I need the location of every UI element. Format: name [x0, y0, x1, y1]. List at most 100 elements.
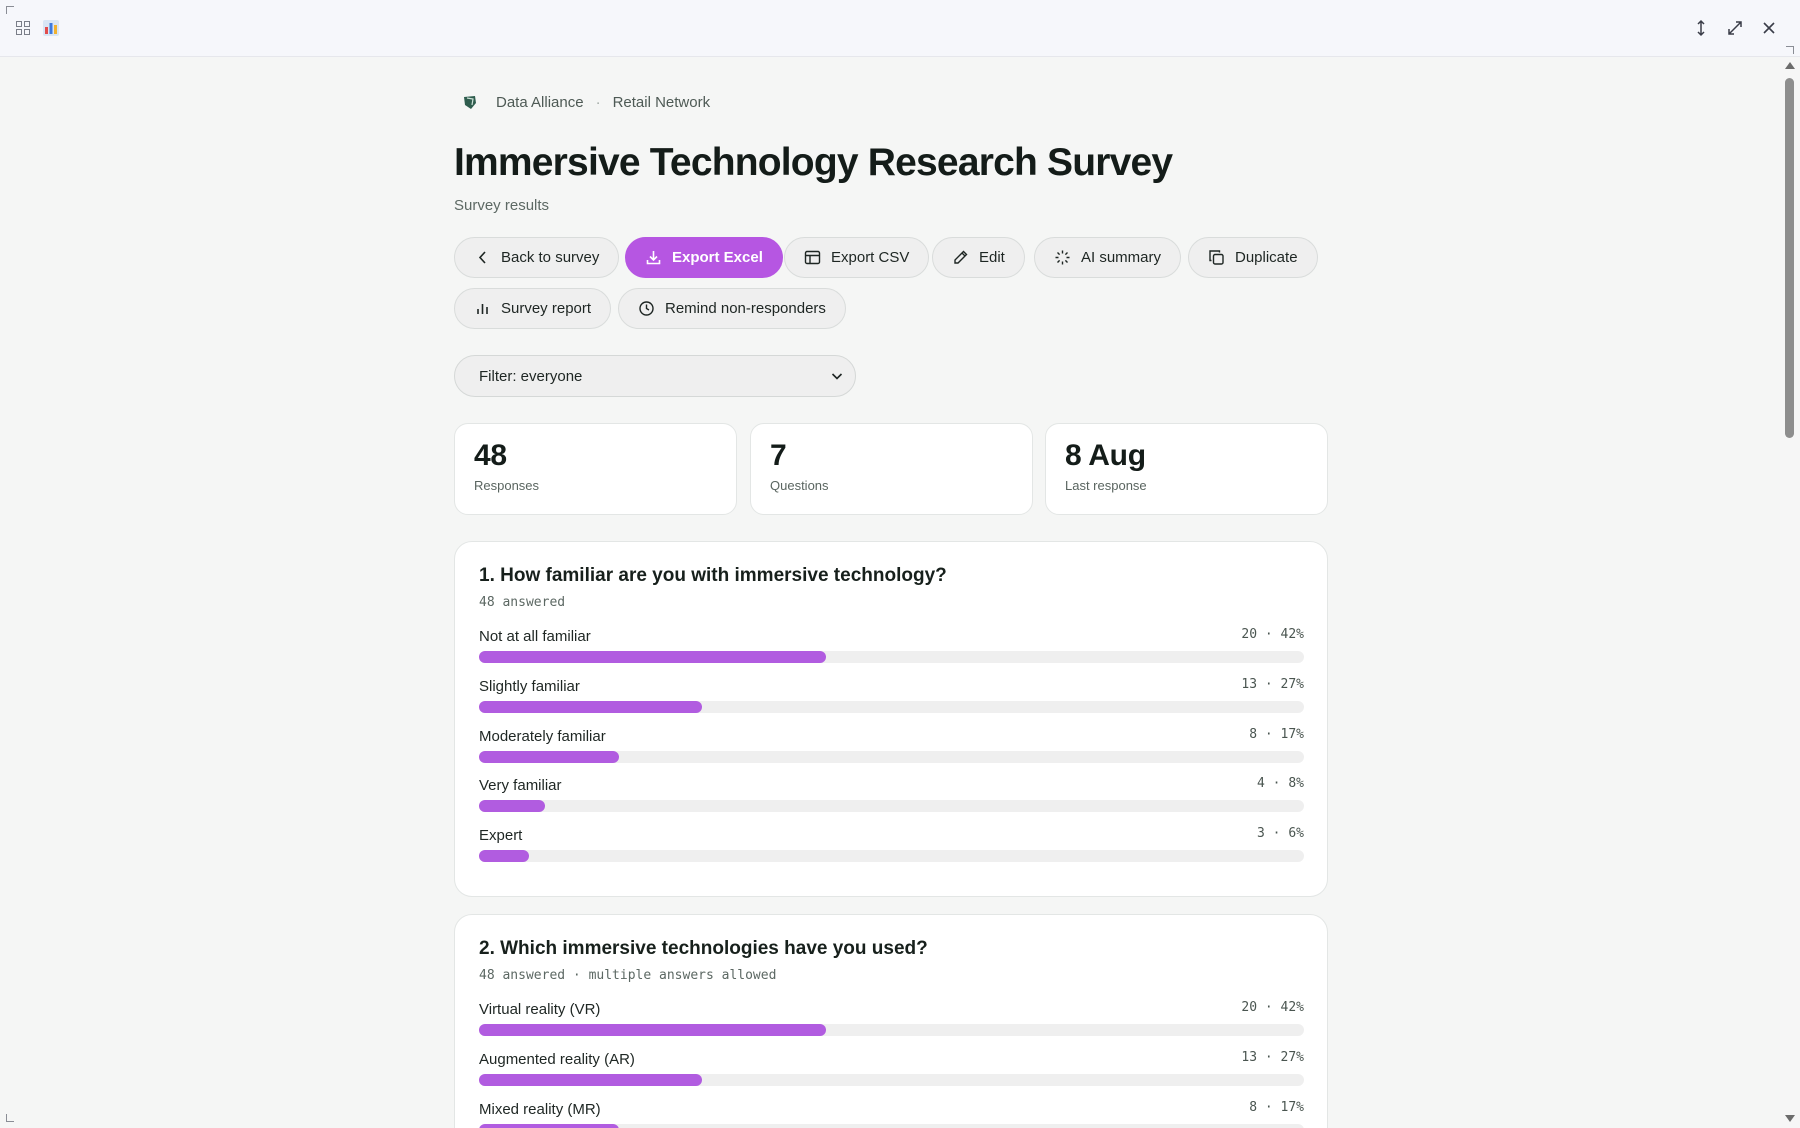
option-bar-fill: [479, 1024, 826, 1036]
question-title: 1. How familiar are you with immersive t…: [479, 565, 947, 586]
option-label: Expert: [479, 827, 523, 844]
export-excel-label: Export Excel: [672, 249, 763, 266]
table-icon: [804, 250, 821, 265]
option-label: Slightly familiar: [479, 678, 580, 695]
page-title: Immersive Technology Research Survey: [454, 141, 1173, 184]
answer-option: Mixed reality (MR) 8 · 17%: [479, 1100, 1304, 1128]
chevron-down-icon: [831, 373, 843, 380]
option-label: Mixed reality (MR): [479, 1101, 601, 1118]
option-bar-fill: [479, 651, 826, 663]
option-count: 13 · 27%: [1241, 677, 1304, 692]
option-count: 8 · 17%: [1249, 1100, 1304, 1115]
vertical-scrollbar[interactable]: [1780, 58, 1800, 1128]
option-count: 8 · 17%: [1249, 727, 1304, 742]
scroll-down-arrow-icon[interactable]: [1785, 1115, 1795, 1122]
option-label: Virtual reality (VR): [479, 1001, 601, 1018]
filter-select[interactable]: Filter: everyone: [454, 355, 856, 397]
copy-icon: [1209, 250, 1224, 265]
survey-report-label: Survey report: [501, 300, 592, 317]
duplicate-button[interactable]: Duplicate: [1188, 237, 1318, 278]
option-label: Moderately familiar: [479, 728, 606, 745]
option-bar-fill: [479, 800, 545, 812]
answer-option: Augmented reality (AR) 13 · 27%: [479, 1050, 1304, 1094]
remind-non-responders-label: Remind non-responders: [665, 300, 826, 317]
question-card-2: 2. Which immersive technologies have you…: [454, 914, 1328, 1128]
edit-label: Edit: [979, 249, 1005, 266]
option-bar-track: [479, 1024, 1304, 1036]
edit-button[interactable]: Edit: [932, 237, 1025, 278]
option-count: 4 · 8%: [1257, 776, 1304, 791]
maximize-icon[interactable]: [1725, 18, 1745, 38]
answer-option: Very familiar 4 · 8%: [479, 776, 1304, 820]
stat-value: 7: [770, 439, 787, 472]
org-logo-icon: [464, 96, 476, 109]
option-bar-track: [479, 800, 1304, 812]
close-icon[interactable]: [1759, 18, 1779, 38]
resize-vertical-icon[interactable]: [1691, 18, 1711, 38]
option-bar-fill: [479, 701, 702, 713]
stat-value: 48: [474, 439, 507, 472]
option-bar-fill: [479, 1124, 620, 1128]
scrollbar-thumb[interactable]: [1785, 78, 1794, 438]
answer-option: Virtual reality (VR) 20 · 42%: [479, 1000, 1304, 1044]
question-card-1: 1. How familiar are you with immersive t…: [454, 541, 1328, 897]
ai-summary-button[interactable]: AI summary: [1034, 237, 1182, 278]
option-count: 20 · 42%: [1241, 627, 1304, 642]
scroll-up-arrow-icon[interactable]: [1785, 62, 1795, 69]
export-csv-label: Export CSV: [831, 249, 910, 266]
breadcrumb-org[interactable]: Data Alliance: [496, 94, 584, 111]
option-bar-fill: [479, 751, 620, 763]
window-titlebar: [0, 0, 1800, 57]
grid-icon[interactable]: [16, 21, 30, 35]
download-icon: [646, 251, 661, 265]
corner-marker: [1786, 46, 1794, 54]
option-bar-track: [479, 1124, 1304, 1128]
option-bar-track: [479, 850, 1304, 862]
stat-card-last-response: 8 Aug Last response: [1045, 423, 1328, 515]
option-bar-track: [479, 651, 1304, 663]
export-excel-button[interactable]: Export Excel: [625, 237, 783, 278]
clock-icon: [639, 301, 654, 316]
answer-option: Moderately familiar 8 · 17%: [479, 727, 1304, 771]
ai-summary-label: AI summary: [1081, 249, 1162, 266]
option-bar-track: [479, 701, 1304, 713]
corner-marker: [6, 1114, 14, 1122]
option-bar-track: [479, 1074, 1304, 1086]
option-bar-track: [479, 751, 1304, 763]
answer-option: Not at all familiar 20 · 42%: [479, 627, 1304, 671]
question-meta: 48 answered: [479, 595, 566, 610]
question-title: 2. Which immersive technologies have you…: [479, 938, 928, 959]
stat-card-responses: 48 Responses: [454, 423, 737, 515]
page-subtitle: Survey results: [454, 197, 550, 214]
stat-card-questions: 7 Questions: [750, 423, 1033, 515]
survey-report-button[interactable]: Survey report: [454, 288, 612, 329]
back-to-survey-button[interactable]: Back to survey: [454, 237, 620, 278]
question-meta: 48 answered · multiple answers allowed: [479, 968, 777, 983]
option-count: 3 · 6%: [1257, 826, 1304, 841]
stat-label: Questions: [770, 478, 829, 493]
pencil-icon: [954, 250, 968, 264]
breadcrumb-separator: ·: [595, 93, 601, 111]
breadcrumb: Data Alliance · Retail Network: [462, 92, 710, 112]
option-label: Not at all familiar: [479, 628, 591, 645]
back-to-survey-label: Back to survey: [501, 249, 600, 266]
filter-value: Filter: everyone: [479, 367, 583, 385]
answer-option: Slightly familiar 13 · 27%: [479, 677, 1304, 721]
chevron-left-icon: [478, 251, 486, 264]
option-count: 13 · 27%: [1241, 1050, 1304, 1065]
option-label: Augmented reality (AR): [479, 1051, 635, 1068]
breadcrumb-network[interactable]: Retail Network: [613, 94, 711, 111]
remind-non-responders-button[interactable]: Remind non-responders: [618, 288, 846, 329]
corner-marker: [6, 6, 14, 14]
stat-label: Last response: [1065, 478, 1147, 493]
stat-value: 8 Aug: [1065, 439, 1146, 472]
duplicate-label: Duplicate: [1235, 249, 1298, 266]
stat-label: Responses: [474, 478, 540, 493]
loader-icon: [1055, 250, 1070, 265]
option-label: Very familiar: [479, 777, 562, 794]
option-count: 20 · 42%: [1241, 1000, 1304, 1015]
bar-chart-icon: [477, 304, 488, 314]
answer-option: Expert 3 · 6%: [479, 826, 1304, 870]
option-bar-fill: [479, 850, 529, 862]
export-csv-button[interactable]: Export CSV: [784, 237, 930, 278]
